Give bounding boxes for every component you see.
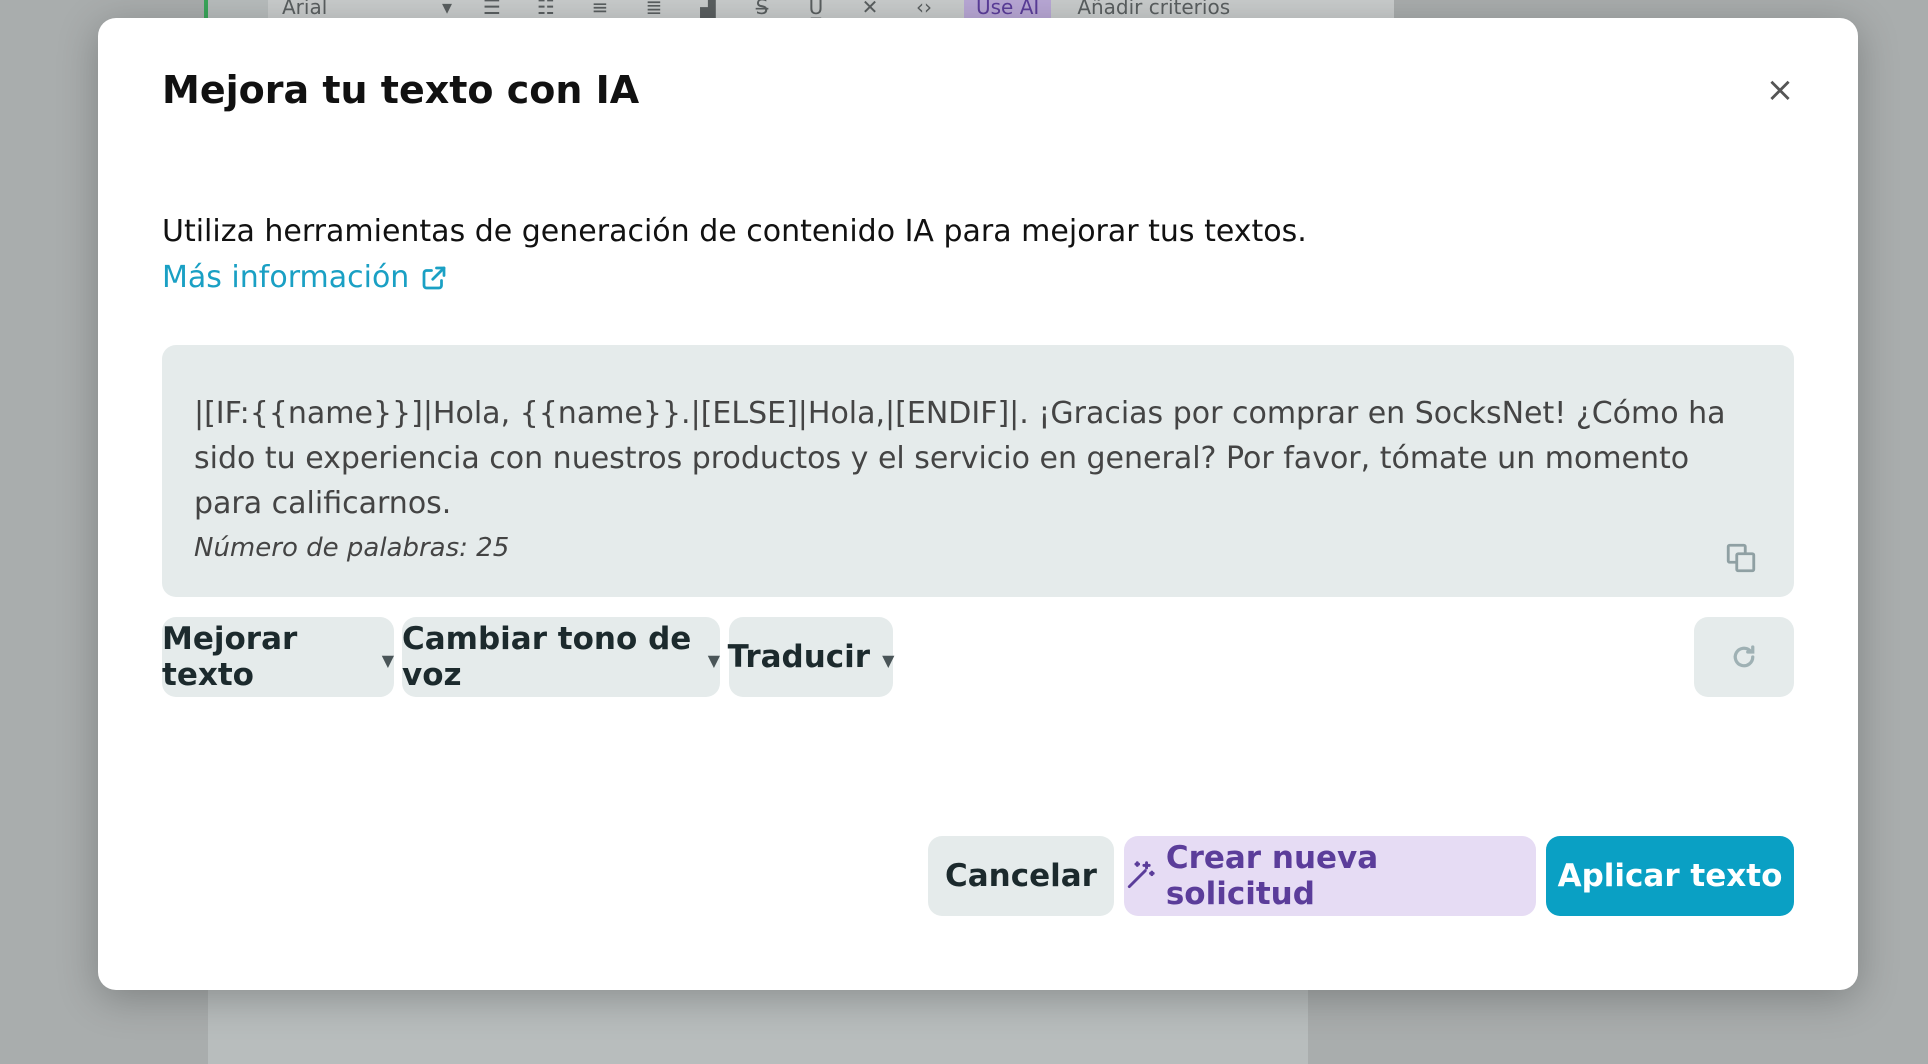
apply-text-label: Aplicar texto [1557,858,1783,894]
more-info-link[interactable]: Más información [162,260,449,295]
outdent-icon: ≣ [645,0,663,19]
refresh-icon [1733,645,1755,668]
new-request-label: Crear nueva solicitud [1165,840,1379,912]
copy-icon[interactable] [1724,541,1758,575]
change-tone-label: Cambiar tono de voz [402,621,692,693]
modal-description: Utiliza herramientas de generación de co… [162,214,1307,249]
background-toolbar: Arial ▾ ☰ ☷ ≡ ≣ ▟ S̶ U̲ ✕ ‹› Use AI Añad… [268,0,1394,20]
code-icon: ‹› [916,0,932,19]
translate-button[interactable]: Traducir ▼ [727,617,895,697]
font-select: Arial ▾ [282,0,452,19]
cancel-label: Cancelar [945,858,1097,894]
add-criteria-button: Añadir criterios [1077,0,1231,19]
close-icon[interactable]: × [1762,72,1798,108]
indent-icon: ≡ [591,0,609,19]
word-count: Número de palabras: 25 [194,533,510,563]
generated-text-box[interactable]: |[IF:{{name}}]|Hola, {{name}}.|[ELSE]|Ho… [162,345,1794,597]
background-accent-line [204,0,208,20]
strikethrough-icon: S̶ [755,0,769,19]
more-info-label: Más información [162,260,410,295]
generated-text: |[IF:{{name}}]|Hola, {{name}}.|[ELSE]|Ho… [194,396,1726,521]
font-select-value: Arial [282,0,328,19]
clear-format-icon: ✕ [861,0,879,19]
text-color-icon: ▟ [700,0,716,19]
apply-text-button[interactable]: Aplicar texto [1546,836,1794,916]
underline-icon: U̲ [808,0,824,19]
cancel-button[interactable]: Cancelar [928,836,1114,916]
bullet-list-icon: ☰ [483,0,501,19]
regenerate-button[interactable] [1694,617,1794,697]
magic-wand-icon [1127,861,1155,889]
improve-text-label: Mejorar texto [162,621,298,693]
modal-title: Mejora tu texto con IA [162,68,640,112]
caret-down-icon: ▼ [381,650,394,670]
change-tone-button[interactable]: Cambiar tono de voz ▼ [402,617,720,697]
caret-down-icon: ▼ [882,650,895,670]
translate-label: Traducir [727,639,871,675]
use-ai-button: Use AI [964,0,1052,19]
ai-text-modal: Mejora tu texto con IA × Utiliza herrami… [98,18,1858,990]
external-link-icon [422,266,446,289]
chevron-down-icon: ▾ [441,0,452,19]
numbered-list-icon: ☷ [537,0,555,19]
new-request-button[interactable]: Crear nueva solicitud [1124,836,1536,916]
improve-text-button[interactable]: Mejorar texto ▼ [162,617,394,697]
caret-down-icon: ▼ [707,650,720,670]
action-row: Mejorar texto ▼ Cambiar tono de voz ▼ Tr… [162,617,1794,697]
